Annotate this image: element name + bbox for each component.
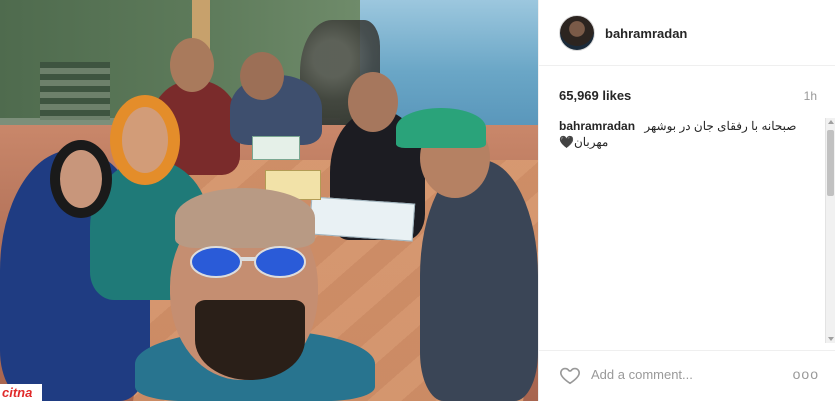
photo-person-6-cap xyxy=(396,108,486,148)
post-photo[interactable]: citna xyxy=(0,0,538,401)
post-header: bahramradan xyxy=(539,0,835,66)
user-avatar[interactable] xyxy=(559,15,595,51)
photo-sunglasses xyxy=(190,246,306,278)
heart-outline-icon[interactable] xyxy=(559,364,581,386)
watermark-text: citna xyxy=(2,385,33,400)
photo-person-7-cap xyxy=(175,188,315,248)
photo-tissue-box xyxy=(252,136,300,160)
photo-person-4-head xyxy=(240,52,284,100)
comments-list: bahramradan صبحانه با رفقای جان در بوشهر… xyxy=(559,118,821,343)
photo-stairs xyxy=(40,62,110,120)
photo-person-5-head xyxy=(348,72,398,132)
caption-text: صبحانه با رفقای جان در بوشهر xyxy=(644,119,797,133)
scroll-thumb[interactable] xyxy=(827,130,834,196)
caption-username[interactable]: bahramradan xyxy=(559,119,635,133)
more-options-icon[interactable]: ooo xyxy=(793,366,819,382)
comments-scrollbar[interactable] xyxy=(825,118,835,343)
post-footer: ooo xyxy=(539,350,835,401)
scroll-up-arrow-icon[interactable] xyxy=(828,120,834,124)
watermark-logo: citna xyxy=(0,384,42,401)
photo-beard xyxy=(195,300,305,380)
post-side-panel: bahramradan 65,969 likes 1h bahramradan … xyxy=(538,0,835,401)
photo-person-2-head xyxy=(110,95,180,185)
post-timestamp[interactable]: 1h xyxy=(804,89,817,103)
add-comment-input[interactable] xyxy=(591,363,781,385)
photo-person-6-body xyxy=(420,160,538,401)
scroll-down-arrow-icon[interactable] xyxy=(828,337,834,341)
caption: bahramradan صبحانه با رفقای جان در بوشهر xyxy=(559,118,821,134)
caption-text-line2: مهربان🖤 xyxy=(559,135,609,149)
photo-book xyxy=(308,196,416,242)
photo-person-1-head xyxy=(50,140,112,218)
post-username[interactable]: bahramradan xyxy=(605,26,687,41)
photo-person-3-head xyxy=(170,38,214,92)
likes-count[interactable]: 65,969 likes xyxy=(559,88,631,103)
